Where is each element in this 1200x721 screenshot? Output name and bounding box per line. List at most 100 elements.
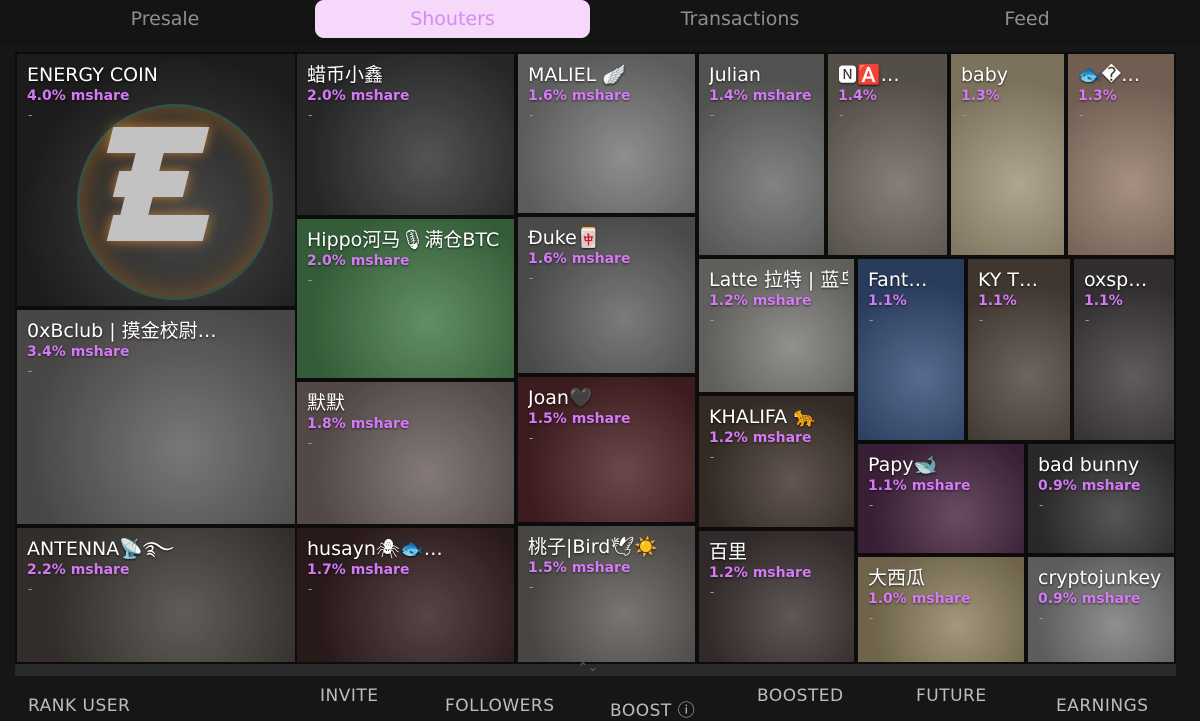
shouter-placeholder: -: [28, 364, 33, 378]
tab-feed[interactable]: Feed: [960, 0, 1094, 38]
shouter-placeholder: -: [28, 108, 33, 122]
shouter-placeholder: -: [979, 313, 984, 327]
shouter-placeholder: -: [710, 313, 715, 327]
shouter-tile[interactable]: KY T… 1.1% -: [966, 257, 1072, 442]
shouter-tile[interactable]: baby 1.3% -: [949, 52, 1066, 257]
shouter-share: 1.7% mshare: [307, 562, 410, 578]
shouter-tile[interactable]: 蜡币小鑫 2.0% mshare -: [295, 52, 516, 217]
shouter-name: 大西瓜: [868, 567, 926, 589]
shouter-tile[interactable]: 默默 1.8% mshare -: [295, 380, 516, 526]
shouter-placeholder: -: [710, 108, 715, 122]
shouter-tile[interactable]: Papy🐋 1.1% mshare -: [856, 442, 1026, 555]
shouter-placeholder: -: [28, 582, 33, 596]
shouter-share: 0.9% mshare: [1038, 591, 1141, 607]
shouter-placeholder: -: [839, 108, 844, 122]
shouter-placeholder: -: [1079, 108, 1084, 122]
shouter-tile[interactable]: Đuke🀄️ 1.6% mshare -: [516, 215, 697, 375]
shouter-name: Đuke🀄️: [528, 227, 601, 249]
shouter-name: 桃子|Bird🕊☀️: [528, 536, 659, 558]
shouter-tile[interactable]: 桃子|Bird🕊☀️ 1.5% mshare -: [516, 524, 697, 664]
shouters-treemap: ENERGY COIN 4.0% mshare - 蜡币小鑫 2.0% mshare - M…: [15, 52, 1176, 664]
shouter-share: 1.1%: [978, 293, 1017, 309]
shouter-share: 1.1%: [868, 293, 907, 309]
shouter-name: 🐟�…: [1078, 64, 1141, 86]
shouter-share: 1.8% mshare: [307, 416, 410, 432]
shouter-tile[interactable]: ENERGY COIN 4.0% mshare -: [15, 52, 297, 308]
shouter-tile[interactable]: KHALIFA 🐆 1.2% mshare -: [697, 394, 856, 529]
shouter-tile[interactable]: MALIEL 🪽 1.6% mshare -: [516, 52, 697, 215]
shouter-placeholder: -: [869, 498, 874, 512]
shouter-share: 1.3%: [1078, 88, 1117, 104]
shouter-share: 1.2% mshare: [709, 430, 812, 446]
shouter-share: 1.5% mshare: [528, 560, 631, 576]
shouter-tile[interactable]: husayn🕷🐟… 1.7% mshare -: [295, 526, 516, 664]
shouter-tile[interactable]: 0xBclub | 摸金校尉… 3.4% mshare -: [15, 308, 297, 526]
col-boost[interactable]: BOOST ⓘ: [610, 696, 695, 721]
shouter-tile[interactable]: ANTENNA📡࿐ 2.2% mshare -: [15, 526, 297, 664]
shouter-placeholder: -: [710, 450, 715, 464]
shouter-tile[interactable]: 大西瓜 1.0% mshare -: [856, 555, 1026, 664]
shouter-placeholder: -: [529, 431, 534, 445]
shouter-name: KHALIFA 🐆: [709, 406, 817, 428]
tab-presale[interactable]: Presale: [70, 0, 260, 38]
shouter-tile[interactable]: Joan🖤 1.5% mshare -: [516, 375, 697, 524]
shouter-placeholder: -: [1039, 498, 1044, 512]
tab-shouters[interactable]: Shouters: [315, 0, 590, 38]
shouter-tile[interactable]: Latte 拉特 | 蓝鸟会 1.2% mshare -: [697, 257, 856, 394]
shouter-name: Latte 拉特 | 蓝鸟会: [709, 269, 848, 291]
shouter-name: MALIEL 🪽: [528, 64, 626, 86]
shouter-share: 1.2% mshare: [709, 565, 812, 581]
shouter-share: 2.0% mshare: [307, 253, 410, 269]
shouter-placeholder: -: [308, 582, 313, 596]
shouter-placeholder: -: [529, 108, 534, 122]
shouter-share: 1.6% mshare: [528, 251, 631, 267]
shouter-placeholder: -: [308, 436, 313, 450]
shouter-share: 1.0% mshare: [868, 591, 971, 607]
shouter-name: ENERGY COIN: [27, 64, 158, 86]
shouter-share: 1.1% mshare: [868, 478, 971, 494]
shouter-tile[interactable]: 百里 1.2% mshare -: [697, 529, 856, 664]
tab-transactions[interactable]: Transactions: [640, 0, 840, 38]
shouter-placeholder: -: [308, 108, 313, 122]
shouter-tile[interactable]: 🅽🅰️… 1.4% -: [826, 52, 949, 257]
chevron-up-icon[interactable]: ⌃⌄: [578, 660, 598, 674]
col-followers[interactable]: FOLLOWERS: [445, 696, 555, 716]
shouter-tile[interactable]: Julian 1.4% mshare -: [697, 52, 826, 257]
shouter-tile[interactable]: Fant… 1.1% -: [856, 257, 966, 442]
shouter-tile[interactable]: 🐟�… 1.3% -: [1066, 52, 1176, 257]
shouter-tile[interactable]: Hippo河马🎙满仓BTC 2.0% mshare -: [295, 217, 516, 380]
shouter-share: 4.0% mshare: [27, 88, 130, 104]
shouter-name: Fant…: [868, 269, 928, 291]
shouter-name: Hippo河马🎙满仓BTC: [307, 229, 500, 251]
table-header-row: RANK USER INVITE FOLLOWERS BOOST ⓘ BOOST…: [0, 678, 1200, 721]
shouter-tile[interactable]: oxsp… 1.1% -: [1072, 257, 1176, 442]
tab-bar: Presale Shouters Transactions Feed: [0, 0, 1200, 44]
shouter-placeholder: -: [529, 271, 534, 285]
shouter-name: Joan🖤: [528, 387, 593, 409]
shouter-share: 2.0% mshare: [307, 88, 410, 104]
shouter-tile[interactable]: cryptojunkey … 0.9% mshare -: [1026, 555, 1176, 664]
col-invite[interactable]: INVITE: [320, 686, 379, 706]
shouter-share: 0.9% mshare: [1038, 478, 1141, 494]
shouter-placeholder: -: [869, 313, 874, 327]
shouter-share: 1.2% mshare: [709, 293, 812, 309]
shouter-name: 默默: [307, 392, 346, 414]
shouter-share: 2.2% mshare: [27, 562, 130, 578]
shouter-share: 1.6% mshare: [528, 88, 631, 104]
shouter-name: 0xBclub | 摸金校尉…: [27, 320, 217, 342]
col-rank-user[interactable]: RANK USER: [28, 696, 130, 716]
col-future[interactable]: FUTURE: [916, 686, 987, 706]
shouter-name: 蜡币小鑫: [307, 64, 384, 86]
shouter-placeholder: -: [710, 585, 715, 599]
shouter-name: 百里: [709, 541, 748, 563]
shouter-share: 1.4%: [838, 88, 877, 104]
shouter-placeholder: -: [962, 108, 967, 122]
shouter-placeholder: -: [529, 580, 534, 594]
shouter-tile[interactable]: bad bunny 0.9% mshare -: [1026, 442, 1176, 555]
shouter-placeholder: -: [308, 273, 313, 287]
shouter-name: cryptojunkey …: [1038, 567, 1168, 589]
col-earnings[interactable]: EARNINGS: [1056, 696, 1149, 716]
shouter-share: 3.4% mshare: [27, 344, 130, 360]
col-boosted[interactable]: BOOSTED: [757, 686, 844, 706]
shouter-name: KY T…: [978, 269, 1039, 291]
